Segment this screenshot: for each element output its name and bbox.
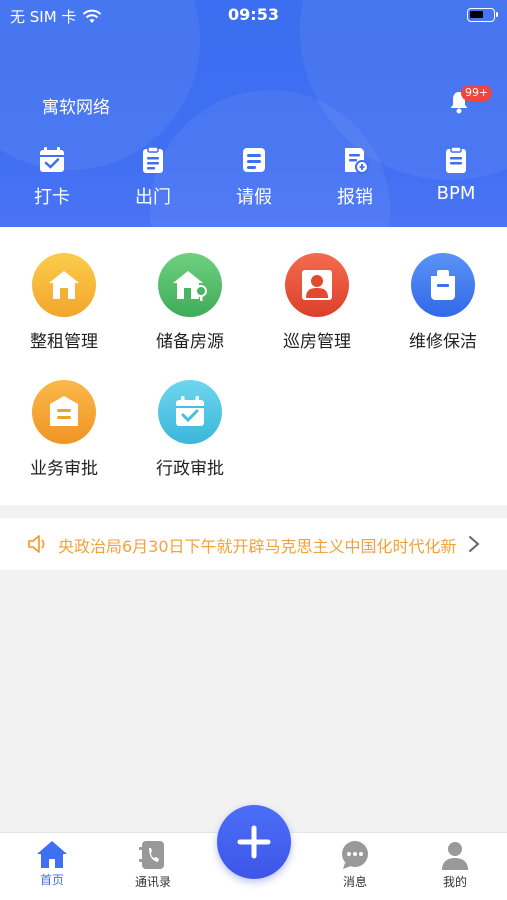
reimburse-doc-icon (345, 148, 369, 174)
add-button[interactable] (217, 805, 291, 879)
tab-home[interactable]: 首页 (17, 839, 87, 888)
plus-icon (237, 825, 271, 859)
app-whole-rent[interactable]: 整租管理 (9, 253, 119, 352)
house-icon (32, 253, 96, 317)
app-label: 整租管理 (30, 332, 98, 352)
battery-icon (467, 8, 498, 22)
header-banner: 无 SIM 卡 09:53 寓软网络 99+ 打卡 出门 请假 报销 BPM (0, 0, 507, 227)
chat-bubble-icon (342, 841, 368, 869)
calendar-check-icon (158, 380, 222, 444)
checkin-calendar-icon (40, 147, 64, 172)
chevron-right-icon (469, 536, 480, 552)
notice-text: 央政治局6月30日下午就开辟马克思主义中国化时代化新境界进行集体学习 (58, 537, 456, 556)
app-label: 维修保洁 (409, 332, 477, 352)
app-label: 业务审批 (30, 459, 98, 479)
status-bar: 无 SIM 卡 09:53 (0, 0, 507, 32)
house-key-icon (158, 253, 222, 317)
app-inspection[interactable]: 巡房管理 (262, 253, 372, 352)
leave-list-icon (243, 148, 265, 172)
quick-action-checkin[interactable]: 打卡 (12, 145, 92, 209)
quick-action-label: 请假 (236, 187, 272, 208)
speaker-icon (28, 535, 45, 553)
app-maintenance[interactable]: 维修保洁 (388, 253, 498, 352)
phonebook-icon (139, 841, 164, 869)
tab-label: 消息 (342, 875, 367, 889)
app-grid: 整租管理 储备房源 巡房管理 维修保洁 业务审批 行政审批 (0, 227, 507, 505)
app-admin-approval[interactable]: 行政审批 (135, 380, 245, 479)
quick-action-goout[interactable]: 出门 (113, 145, 193, 209)
company-name: 寓软网络 (42, 98, 110, 118)
tab-me[interactable]: 我的 (420, 839, 490, 890)
app-label: 巡房管理 (283, 332, 351, 352)
quick-action-label: 出门 (135, 187, 171, 208)
quick-action-label: 打卡 (34, 187, 70, 208)
tab-label: 通讯录 (134, 875, 171, 889)
home-icon (37, 841, 67, 868)
status-time: 09:53 (228, 5, 279, 24)
bpm-clipboard-icon (446, 146, 466, 173)
person-icon (285, 253, 349, 317)
toolbox-icon (411, 253, 475, 317)
quick-action-label: 报销 (337, 187, 373, 208)
app-label: 储备房源 (156, 332, 224, 352)
quick-action-label: BPM (436, 183, 476, 204)
quick-action-reimburse[interactable]: 报销 (315, 145, 395, 209)
tab-contacts[interactable]: 通讯录 (118, 839, 188, 890)
tab-label: 首页 (39, 873, 64, 887)
user-icon (442, 842, 468, 870)
clipboard-icon (143, 146, 163, 173)
briefcase-icon (32, 380, 96, 444)
app-reserve-listings[interactable]: 储备房源 (135, 253, 245, 352)
tab-label: 我的 (442, 875, 467, 889)
app-business-approval[interactable]: 业务审批 (9, 380, 119, 479)
tab-messages[interactable]: 消息 (320, 839, 390, 890)
quick-actions: 打卡 出门 请假 报销 BPM (0, 145, 507, 215)
notice-bar[interactable]: 央政治局6月30日下午就开辟马克思主义中国化时代化新境界进行集体学习 (0, 518, 507, 570)
quick-action-bpm[interactable]: BPM (416, 145, 496, 204)
app-label: 行政审批 (156, 459, 224, 479)
quick-action-leave[interactable]: 请假 (214, 145, 294, 209)
notification-badge: 99+ (461, 85, 493, 101)
